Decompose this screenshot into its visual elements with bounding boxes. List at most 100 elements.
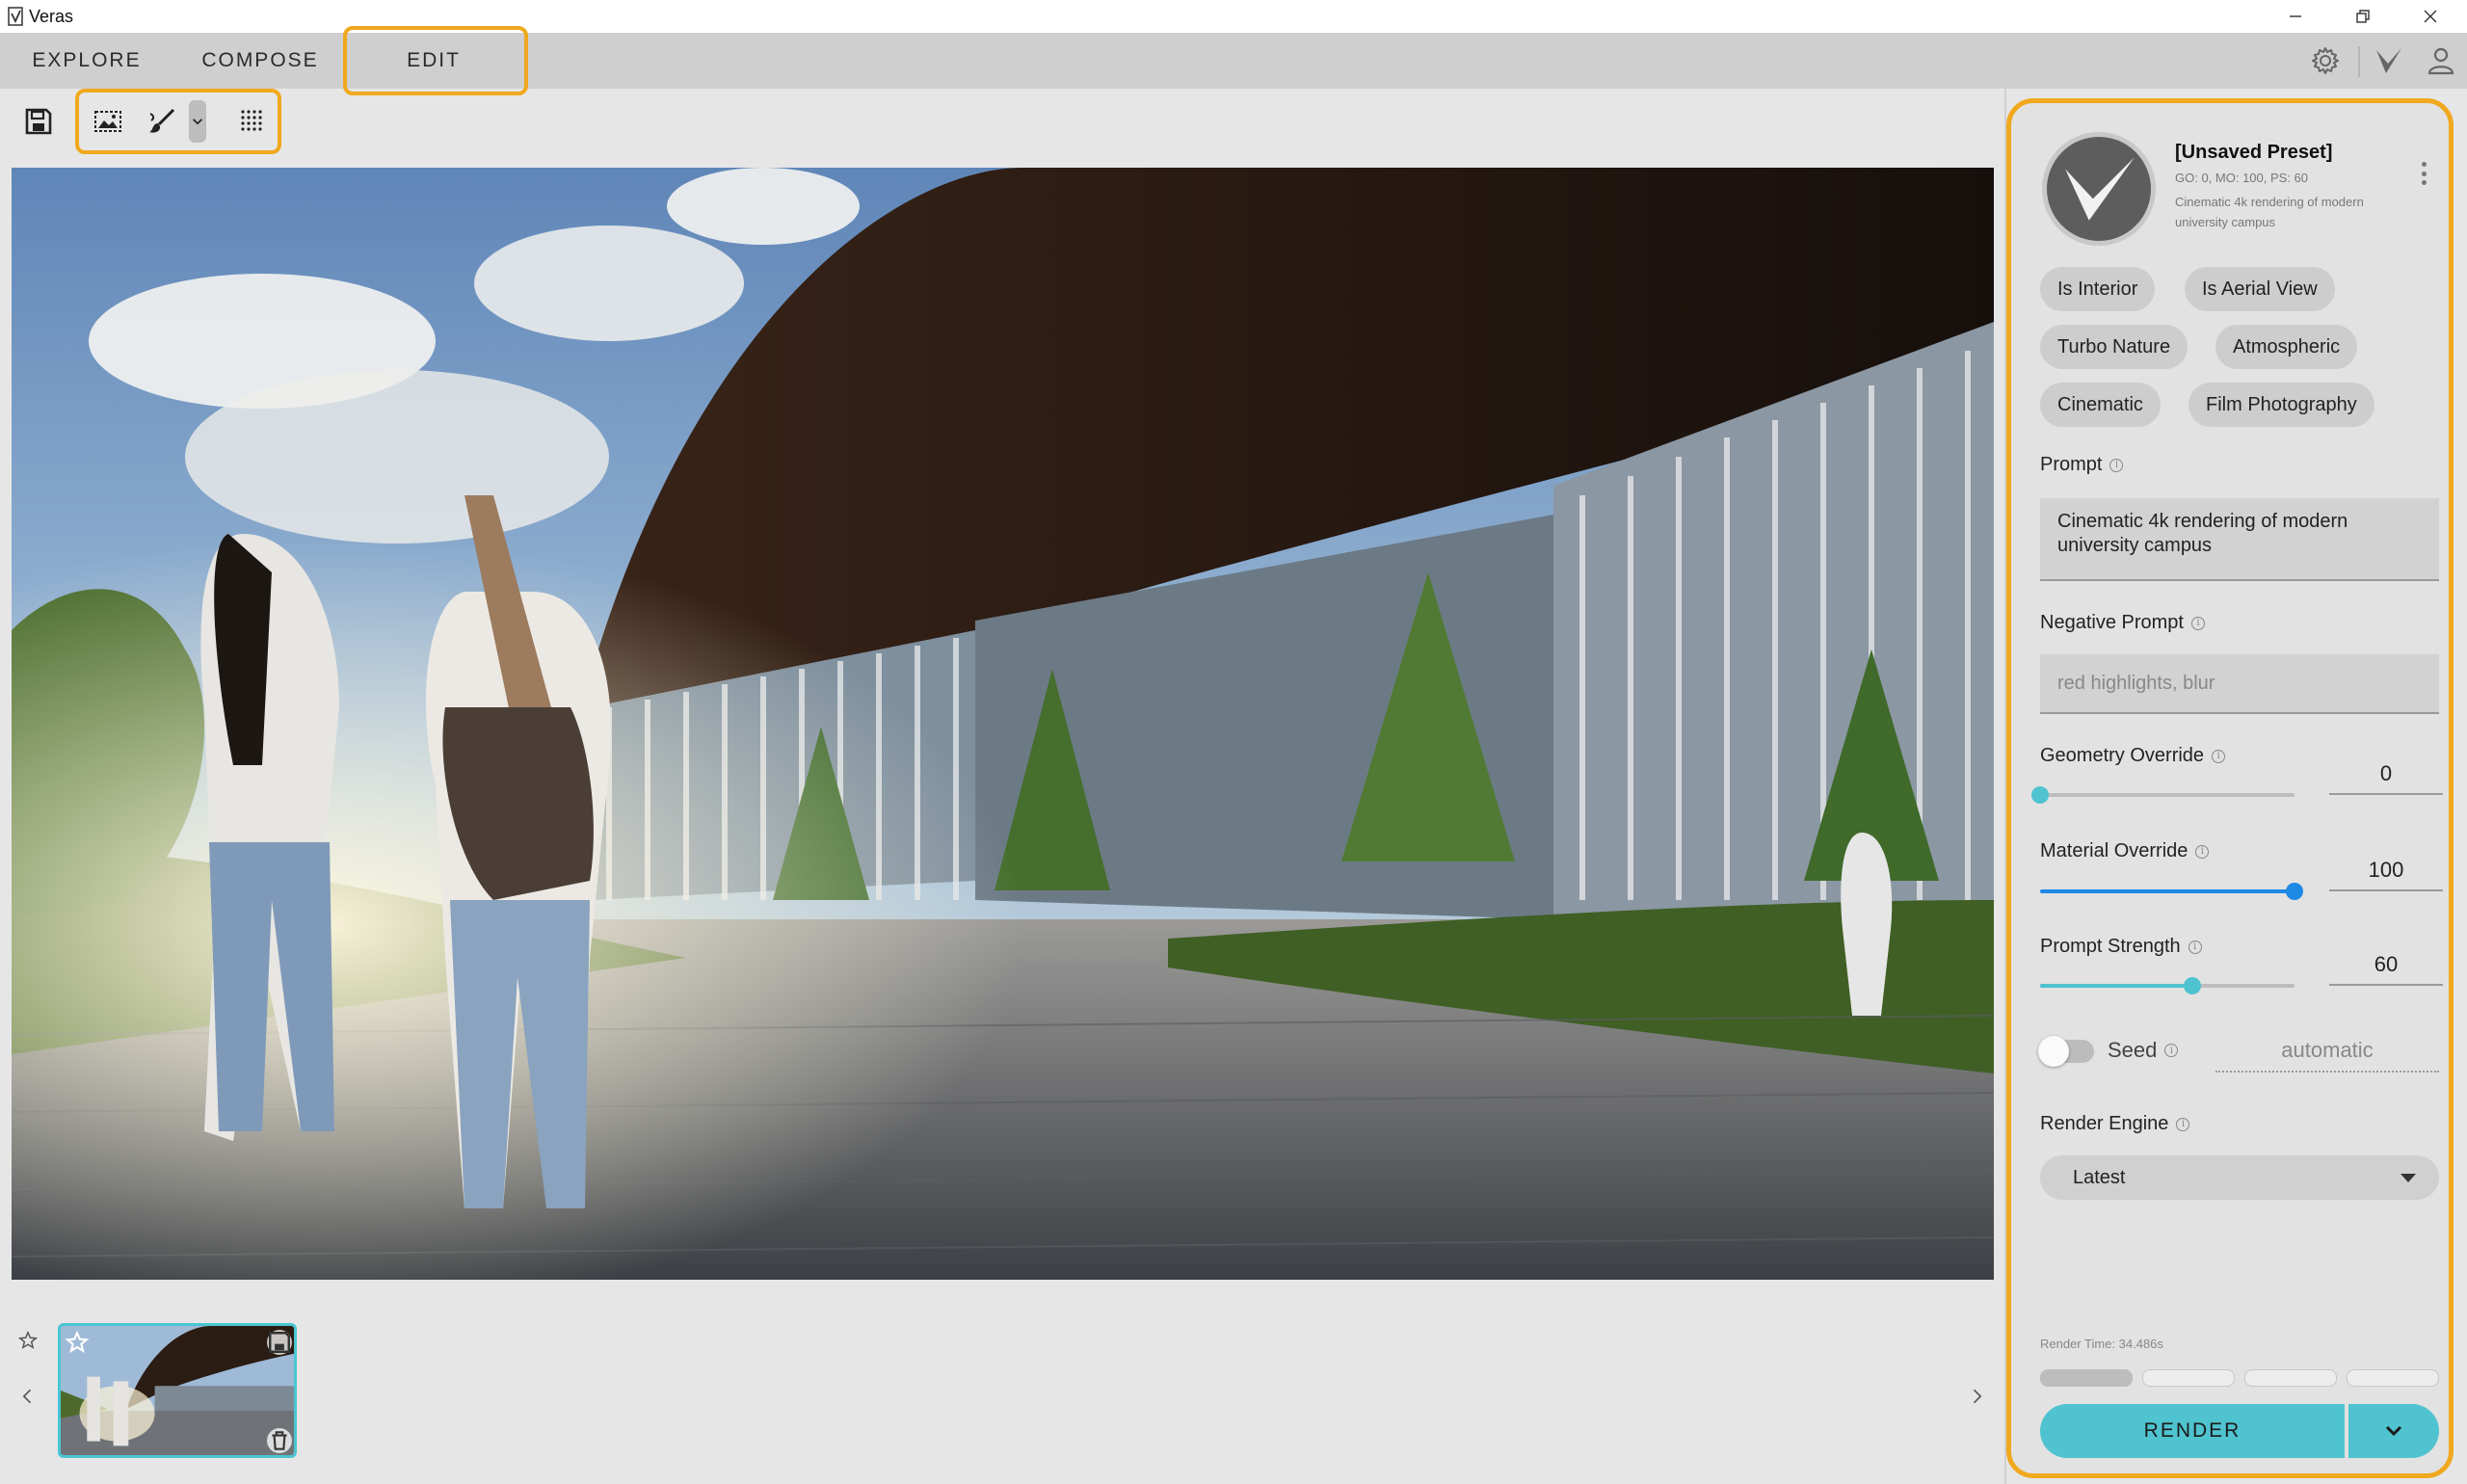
preset-title: [Unsaved Preset]: [2175, 142, 2333, 163]
material-override-thumb[interactable]: [2286, 883, 2303, 900]
seed-input[interactable]: automatic: [2215, 1030, 2439, 1073]
info-icon[interactable]: i: [2212, 749, 2226, 763]
info-icon[interactable]: i: [2195, 844, 2210, 859]
tab-bar: EXPLORE COMPOSE EDIT: [0, 26, 2467, 95]
kebab-dot: [2421, 162, 2427, 167]
thumbnail-image: [61, 1326, 294, 1455]
trash-icon: [272, 1431, 287, 1450]
image-region-icon: [94, 111, 121, 132]
prompt-input[interactable]: Cinematic 4k rendering of modern univers…: [2040, 498, 2439, 581]
chip-is-interior[interactable]: Is Interior: [2040, 267, 2156, 311]
favorite-button[interactable]: [13, 1326, 42, 1355]
geometry-override-thumb[interactable]: [2031, 786, 2049, 804]
geometry-override-label: Geometry Override i: [2040, 745, 2226, 767]
chip-turbo-nature[interactable]: Turbo Nature: [2040, 325, 2188, 369]
header-separator: [2358, 46, 2360, 77]
progress-segment-3: [2244, 1369, 2337, 1387]
negative-prompt-label-text: Negative Prompt: [2040, 612, 2184, 633]
seed-label: Seed i: [2108, 1038, 2179, 1063]
kebab-dot: [2421, 180, 2427, 185]
save-button[interactable]: [19, 102, 58, 141]
restore-button[interactable]: [2330, 0, 2396, 33]
seed-label-text: Seed: [2108, 1038, 2158, 1062]
tab-explore[interactable]: EXPLORE: [17, 33, 156, 89]
info-icon[interactable]: i: [2164, 1044, 2179, 1057]
render-options-button[interactable]: [2348, 1404, 2439, 1458]
render-engine-selected: Latest: [2073, 1166, 2126, 1188]
info-icon[interactable]: i: [2188, 940, 2202, 954]
dot-grid-icon: [241, 110, 262, 131]
info-icon[interactable]: i: [2190, 616, 2205, 630]
preset-menu-button[interactable]: [2414, 159, 2433, 188]
prompt-label-text: Prompt: [2040, 454, 2103, 475]
dot-grid-tool[interactable]: [233, 102, 272, 141]
prompt-strength-value[interactable]: 60: [2329, 945, 2443, 986]
chevron-down-icon: [2385, 1425, 2402, 1437]
next-button[interactable]: [1962, 1380, 1991, 1413]
close-button[interactable]: [2398, 0, 2463, 33]
render-engine-select[interactable]: Latest: [2040, 1155, 2439, 1200]
chip-is-aerial-view[interactable]: Is Aerial View: [2185, 267, 2335, 311]
veras-home-button[interactable]: [2369, 40, 2409, 81]
save-icon: [25, 108, 52, 135]
veras-logo-icon: [2376, 48, 2401, 73]
user-icon: [2427, 47, 2454, 75]
chevron-left-icon: [22, 1389, 32, 1404]
chevron-right-icon: [1973, 1389, 1982, 1404]
material-override-label-text: Material Override: [2040, 840, 2188, 861]
thumbnail-favorite-button[interactable]: [65, 1330, 90, 1355]
restore-icon: [2356, 10, 2370, 23]
render-preview-image[interactable]: [12, 168, 1994, 1280]
preset-meta: GO: 0, MO: 100, PS: 60: [2175, 171, 2309, 185]
tab-edit[interactable]: EDIT: [366, 33, 501, 89]
info-icon[interactable]: i: [2176, 1117, 2190, 1131]
preset-description: Cinematic 4k rendering of modern univers…: [2175, 195, 2364, 229]
star-outline-icon: [17, 1330, 39, 1349]
prompt-strength-label-text: Prompt Strength: [2040, 936, 2181, 957]
info-icon[interactable]: i: [2109, 458, 2124, 472]
thumbnail-save-button[interactable]: [267, 1330, 292, 1355]
prompt-strength-label: Prompt Strength i: [2040, 936, 2202, 958]
geometry-override-label-text: Geometry Override: [2040, 745, 2205, 766]
negative-prompt-input[interactable]: red highlights, blur: [2040, 654, 2439, 714]
tab-compose[interactable]: COMPOSE: [193, 33, 328, 89]
geometry-override-slider[interactable]: [2031, 786, 2295, 804]
brush-options-dropdown[interactable]: [189, 100, 206, 143]
gear-icon: [2312, 47, 2339, 74]
image-region-tool[interactable]: [89, 102, 127, 141]
prompt-strength-fill: [2040, 984, 2193, 988]
thumbnail-delete-button[interactable]: [267, 1428, 292, 1453]
material-override-label: Material Override i: [2040, 840, 2210, 862]
veras-app-icon: [8, 7, 23, 26]
material-override-fill: [2040, 889, 2295, 893]
seed-toggle[interactable]: [2038, 1036, 2094, 1067]
kebab-dot: [2421, 171, 2427, 176]
progress-segment-1: [2040, 1369, 2133, 1387]
material-override-value[interactable]: 100: [2329, 851, 2443, 891]
window-title: Veras: [29, 7, 74, 26]
settings-button[interactable]: [2305, 40, 2346, 81]
brush-icon: [149, 108, 175, 133]
chip-atmospheric[interactable]: Atmospheric: [2215, 325, 2358, 369]
star-outline-icon: [65, 1330, 90, 1353]
render-engine-label-text: Render Engine: [2040, 1113, 2169, 1134]
thumbnail-render-1[interactable]: [58, 1323, 297, 1458]
prompt-label: Prompt i: [2040, 454, 2124, 476]
chip-cinematic[interactable]: Cinematic: [2040, 383, 2161, 427]
minimize-button[interactable]: [2263, 0, 2328, 33]
minimize-icon: [2290, 15, 2301, 17]
account-button[interactable]: [2421, 40, 2461, 81]
caret-down-icon: [2401, 1173, 2416, 1182]
settings-panel: [Unsaved Preset] GO: 0, MO: 100, PS: 60 …: [2006, 98, 2454, 1478]
prompt-strength-thumb[interactable]: [2184, 977, 2202, 994]
render-button[interactable]: RENDER: [2040, 1404, 2345, 1458]
prompt-strength-slider[interactable]: [2040, 977, 2295, 994]
title-bar: Veras: [0, 0, 2467, 33]
campus-render-illustration: [12, 168, 1994, 1280]
material-override-slider[interactable]: [2040, 883, 2303, 900]
previous-button[interactable]: [13, 1380, 42, 1413]
progress-segment-2: [2142, 1369, 2235, 1387]
brush-tool[interactable]: [143, 102, 181, 141]
chip-film-photography[interactable]: Film Photography: [2188, 383, 2374, 427]
geometry-override-value[interactable]: 0: [2329, 755, 2443, 795]
